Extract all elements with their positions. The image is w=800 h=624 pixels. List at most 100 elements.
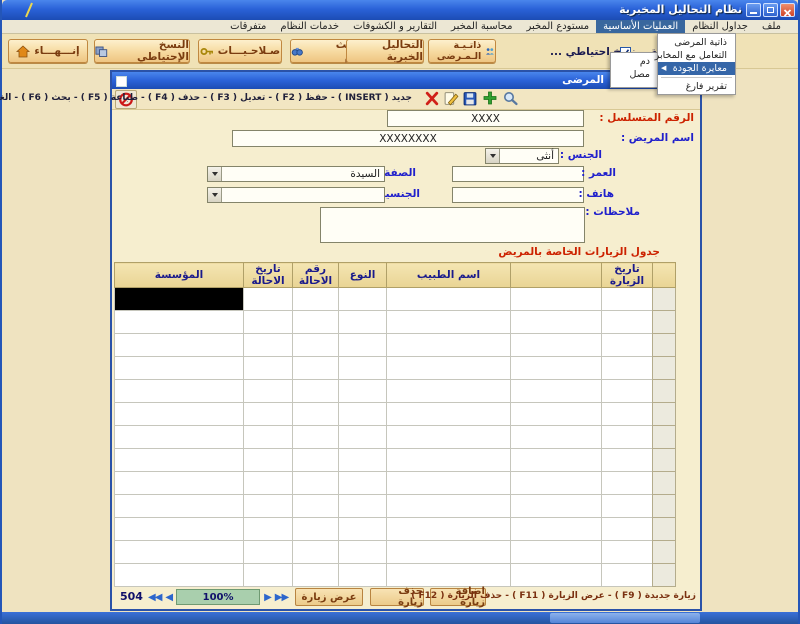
table-cell[interactable]: [511, 334, 602, 357]
patient-identity-button[interactable]: ذاتـيـة الـمـرضى: [428, 39, 496, 63]
table-cell[interactable]: [387, 564, 511, 587]
table-cell[interactable]: [244, 357, 293, 380]
table-cell[interactable]: [339, 334, 387, 357]
table-cell[interactable]: [293, 334, 339, 357]
row-selector-cell[interactable]: [653, 403, 676, 426]
serial-number-field[interactable]: [387, 110, 584, 127]
table-cell[interactable]: [244, 334, 293, 357]
row-selector-cell[interactable]: [653, 564, 676, 587]
nationality-combobox[interactable]: [207, 187, 385, 203]
table-cell[interactable]: [387, 380, 511, 403]
row-selector-cell[interactable]: [653, 518, 676, 541]
table-cell[interactable]: [293, 518, 339, 541]
table-cell[interactable]: [511, 380, 602, 403]
nav-next-button[interactable]: ▶: [264, 592, 271, 603]
table-cell[interactable]: [602, 564, 653, 587]
table-cell[interactable]: [602, 472, 653, 495]
table-cell[interactable]: [115, 334, 244, 357]
nav-last-button[interactable]: ▶▶: [275, 592, 288, 603]
table-cell[interactable]: [115, 518, 244, 541]
table-cell[interactable]: [339, 357, 387, 380]
exit-button[interactable]: إنـــهـــاء: [8, 39, 88, 63]
table-cell[interactable]: [115, 311, 244, 334]
table-cell[interactable]: [387, 288, 511, 311]
menu-item-patient-identity[interactable]: ذاتية المرضى: [658, 36, 735, 49]
chevron-down-icon[interactable]: [208, 167, 222, 181]
table-cell[interactable]: [511, 495, 602, 518]
table-cell[interactable]: [387, 541, 511, 564]
table-cell[interactable]: [244, 518, 293, 541]
table-cell[interactable]: [244, 541, 293, 564]
table-cell[interactable]: [339, 541, 387, 564]
table-cell[interactable]: [339, 564, 387, 587]
visits-table[interactable]: تاريخ الزيارةاسم الطبيبالنوعرقم الاحالةت…: [114, 262, 676, 587]
menu-basic-operations[interactable]: العمليات الأساسية: [596, 20, 685, 33]
table-cell[interactable]: [602, 403, 653, 426]
table-cell[interactable]: [602, 334, 653, 357]
menu-reports[interactable]: التقارير و الكشوفات: [346, 20, 444, 33]
table-cell[interactable]: [511, 541, 602, 564]
table-cell[interactable]: [339, 380, 387, 403]
table-cell[interactable]: [511, 564, 602, 587]
row-selector-cell[interactable]: [653, 357, 676, 380]
table-cell[interactable]: [293, 426, 339, 449]
chevron-down-icon[interactable]: [486, 149, 500, 163]
table-cell[interactable]: [293, 564, 339, 587]
table-cell[interactable]: [115, 564, 244, 587]
table-cell[interactable]: [339, 288, 387, 311]
age-field[interactable]: [452, 166, 584, 182]
table-cell[interactable]: [244, 288, 293, 311]
nav-first-button[interactable]: ◀◀: [148, 592, 161, 603]
table-cell[interactable]: [511, 357, 602, 380]
row-selector-cell[interactable]: [653, 426, 676, 449]
table-cell[interactable]: [244, 472, 293, 495]
table-cell[interactable]: [387, 426, 511, 449]
title-combobox[interactable]: السيدة: [207, 166, 385, 182]
row-selector-cell[interactable]: [653, 541, 676, 564]
table-cell[interactable]: [511, 288, 602, 311]
chevron-down-icon[interactable]: [208, 188, 222, 202]
table-cell[interactable]: [511, 518, 602, 541]
table-cell[interactable]: [293, 449, 339, 472]
table-cell[interactable]: [387, 495, 511, 518]
table-cell[interactable]: [602, 449, 653, 472]
table-cell[interactable]: [511, 311, 602, 334]
menu-lab-warehouse[interactable]: مستودع المخبر: [519, 20, 596, 33]
table-cell[interactable]: [387, 334, 511, 357]
close-button[interactable]: [780, 3, 795, 17]
table-cell[interactable]: [602, 357, 653, 380]
menu-item-deal-with-labs[interactable]: التعامل مع المخابر: [658, 49, 735, 62]
menu-misc[interactable]: متفرقات: [223, 20, 273, 33]
phone-field[interactable]: [452, 187, 584, 203]
table-cell[interactable]: [387, 403, 511, 426]
table-cell[interactable]: [293, 472, 339, 495]
table-cell[interactable]: [115, 495, 244, 518]
table-cell[interactable]: [244, 426, 293, 449]
find-icon[interactable]: [502, 91, 519, 106]
table-cell[interactable]: [602, 518, 653, 541]
table-cell[interactable]: [602, 288, 653, 311]
menu-system-tables[interactable]: جداول النظام: [685, 20, 755, 33]
table-cell[interactable]: [602, 380, 653, 403]
table-cell[interactable]: [293, 380, 339, 403]
table-cell[interactable]: [244, 311, 293, 334]
table-cell[interactable]: [244, 564, 293, 587]
table-cell[interactable]: [387, 449, 511, 472]
table-cell[interactable]: [387, 472, 511, 495]
table-cell[interactable]: [115, 403, 244, 426]
table-cell[interactable]: [115, 541, 244, 564]
row-selector-cell[interactable]: [653, 380, 676, 403]
menu-item-quality-calibration[interactable]: معايرة الجودة ◀: [658, 62, 735, 75]
menu-system-services[interactable]: خدمات النظام: [273, 20, 346, 33]
table-cell[interactable]: [293, 403, 339, 426]
gender-combobox[interactable]: أنثى: [485, 148, 559, 164]
table-cell[interactable]: [602, 311, 653, 334]
table-cell[interactable]: [293, 495, 339, 518]
backup-button[interactable]: النسخ الإحتياطي: [94, 39, 190, 63]
table-cell[interactable]: [115, 288, 244, 311]
table-cell[interactable]: [339, 518, 387, 541]
table-cell[interactable]: [244, 403, 293, 426]
edit-icon[interactable]: [443, 91, 459, 106]
table-cell[interactable]: [339, 311, 387, 334]
add-icon[interactable]: [481, 90, 499, 106]
